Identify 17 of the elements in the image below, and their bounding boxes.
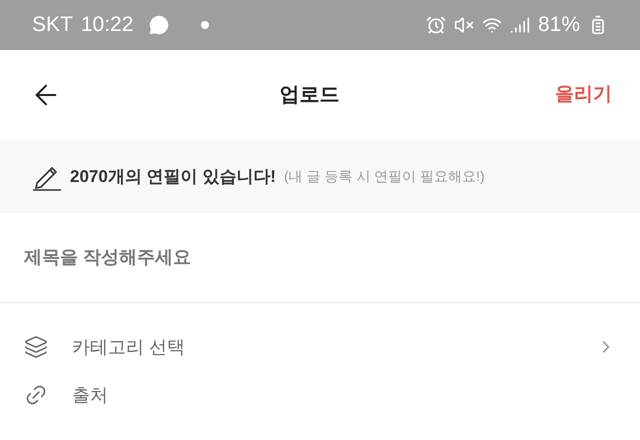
pencil-hint-text: (내 글 등록 시 연필이 필요해요!): [284, 167, 485, 186]
menu-label: 출처: [72, 384, 109, 406]
upload-button[interactable]: 올리기: [555, 80, 612, 110]
alarm-icon: [426, 15, 446, 35]
signal-icon: [510, 15, 530, 35]
page-title: 업로드: [280, 83, 340, 108]
title-input-field[interactable]: 제목을 작성해주세요: [0, 213, 640, 303]
battery-text: 81%: [538, 12, 580, 38]
pencil-count-text: 2070개의 연필이 있습니다!: [70, 166, 276, 188]
carrier-text: SKT: [32, 12, 73, 38]
chat-bubble-icon: [149, 15, 170, 35]
menu-row[interactable]: 카테고리 선택: [0, 323, 640, 371]
clock-text: 10:22: [80, 12, 134, 38]
menu-row[interactable]: 출처: [0, 371, 640, 419]
menu-label: 카테고리 선택: [72, 336, 186, 358]
layers-icon: [24, 335, 48, 359]
mute-icon: [454, 15, 474, 35]
